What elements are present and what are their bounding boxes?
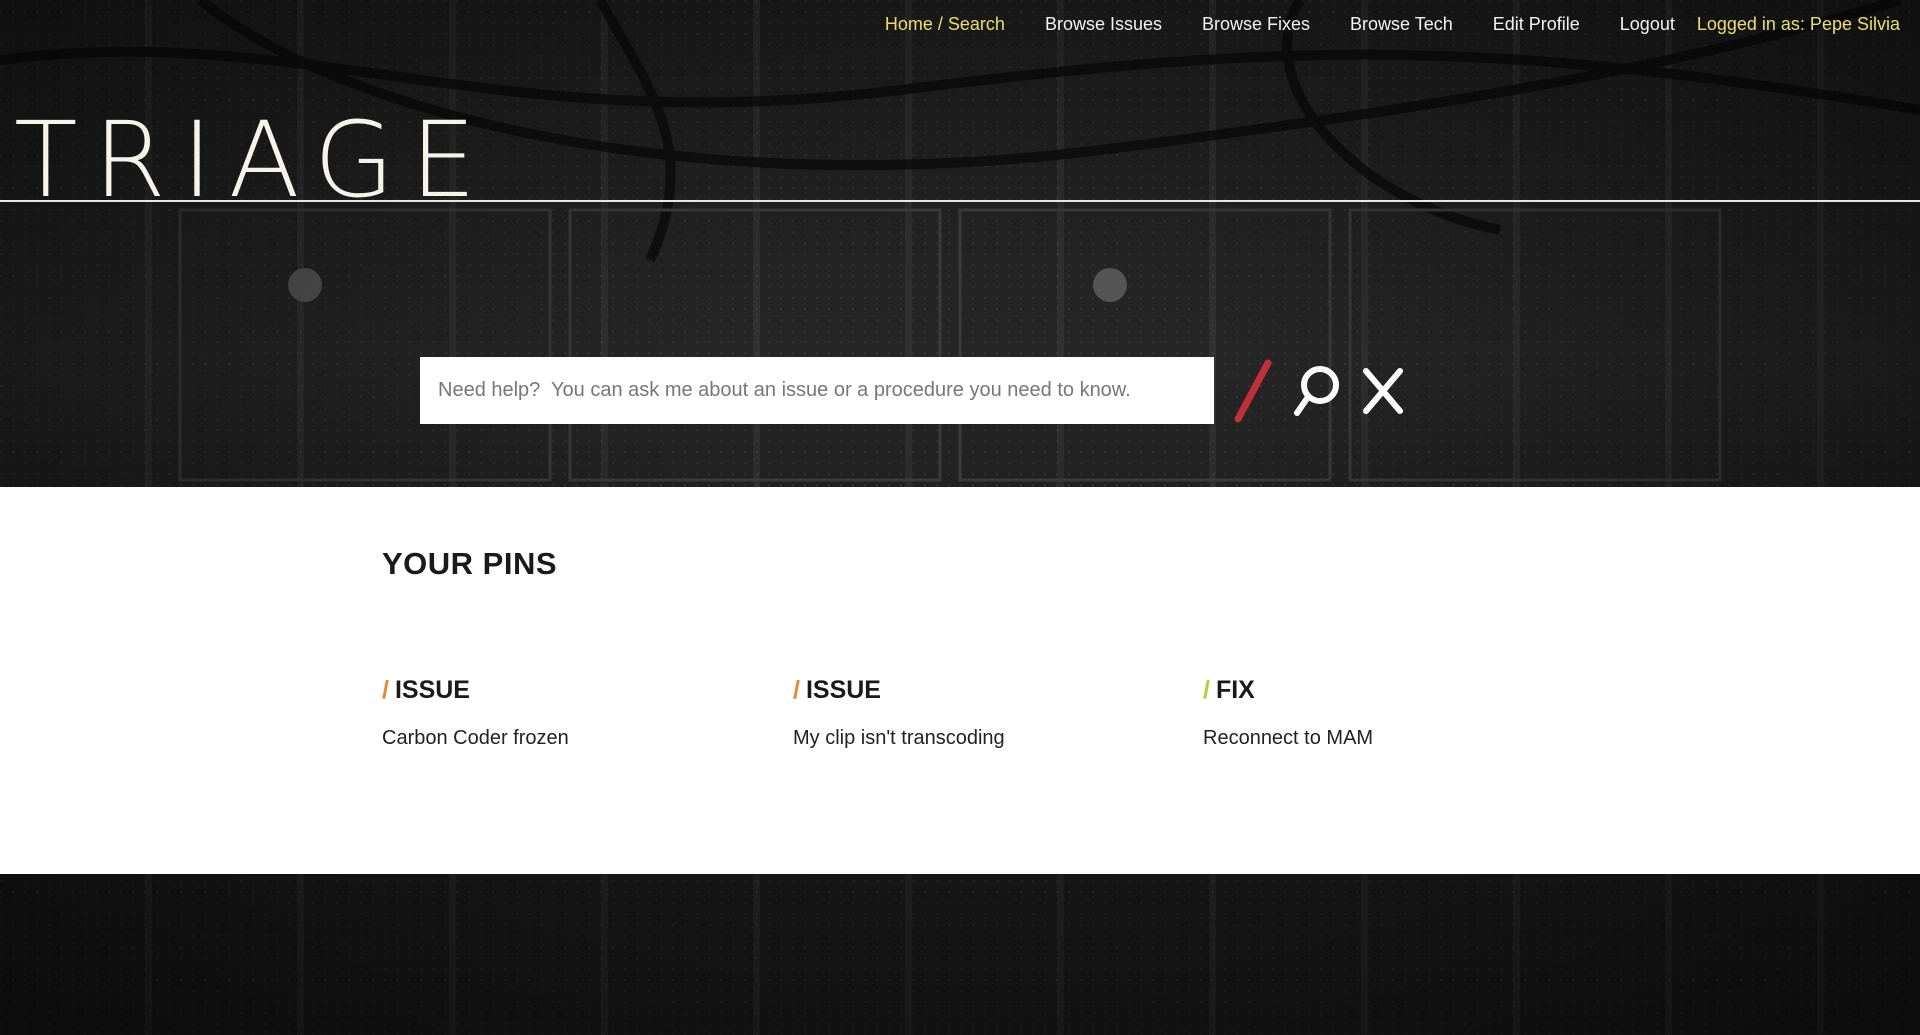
pin-type: / ISSUE xyxy=(793,676,1173,705)
slash-icon: / xyxy=(382,676,389,704)
pin-type: / FIX xyxy=(1203,676,1583,705)
top-nav: Home / Search Browse Issues Browse Fixes… xyxy=(885,14,1900,35)
logged-in-user: Logged in as: Pepe Silvia xyxy=(1696,14,1900,34)
pin-title[interactable]: Reconnect to MAM xyxy=(1203,727,1583,750)
pin-title[interactable]: My clip isn't transcoding xyxy=(793,727,1173,750)
search-input[interactable] xyxy=(420,357,1214,424)
slash-icon xyxy=(1230,359,1274,428)
header-divider xyxy=(0,200,1920,202)
pin-type-label: ISSUE xyxy=(805,676,881,704)
nav-browse-fixes[interactable]: Browse Fixes xyxy=(1202,14,1310,35)
pin-type-label: ISSUE xyxy=(394,676,470,704)
slash-icon: / xyxy=(1203,676,1210,704)
search-actions xyxy=(1230,358,1406,428)
pin-title[interactable]: Carbon Coder frozen xyxy=(382,727,762,750)
search-icon[interactable] xyxy=(1292,363,1342,424)
pin-type-label: FIX xyxy=(1215,676,1255,704)
slash-icon: / xyxy=(793,676,800,704)
nav-logout[interactable]: Logout xyxy=(1620,14,1675,35)
nav-edit-profile[interactable]: Edit Profile xyxy=(1493,14,1580,35)
pins-panel: YOUR PINS / ISSUE Carbon Coder frozen / IS… xyxy=(0,487,1920,874)
pin-card[interactable]: / ISSUE Carbon Coder frozen xyxy=(382,676,762,750)
pins-heading: YOUR PINS xyxy=(382,546,558,581)
pin-type: / ISSUE xyxy=(382,676,762,705)
nav-browse-issues[interactable]: Browse Issues xyxy=(1045,14,1162,35)
pin-card[interactable]: / FIX Reconnect to MAM xyxy=(1203,676,1583,750)
nav-home-search[interactable]: Home / Search xyxy=(885,14,1005,35)
pin-card[interactable]: / ISSUE My clip isn't transcoding xyxy=(793,676,1173,750)
close-icon[interactable] xyxy=(1360,365,1406,422)
app-logo[interactable]: TRIAGE xyxy=(14,108,492,212)
nav-browse-tech[interactable]: Browse Tech xyxy=(1350,14,1453,35)
search-box xyxy=(420,357,1214,424)
